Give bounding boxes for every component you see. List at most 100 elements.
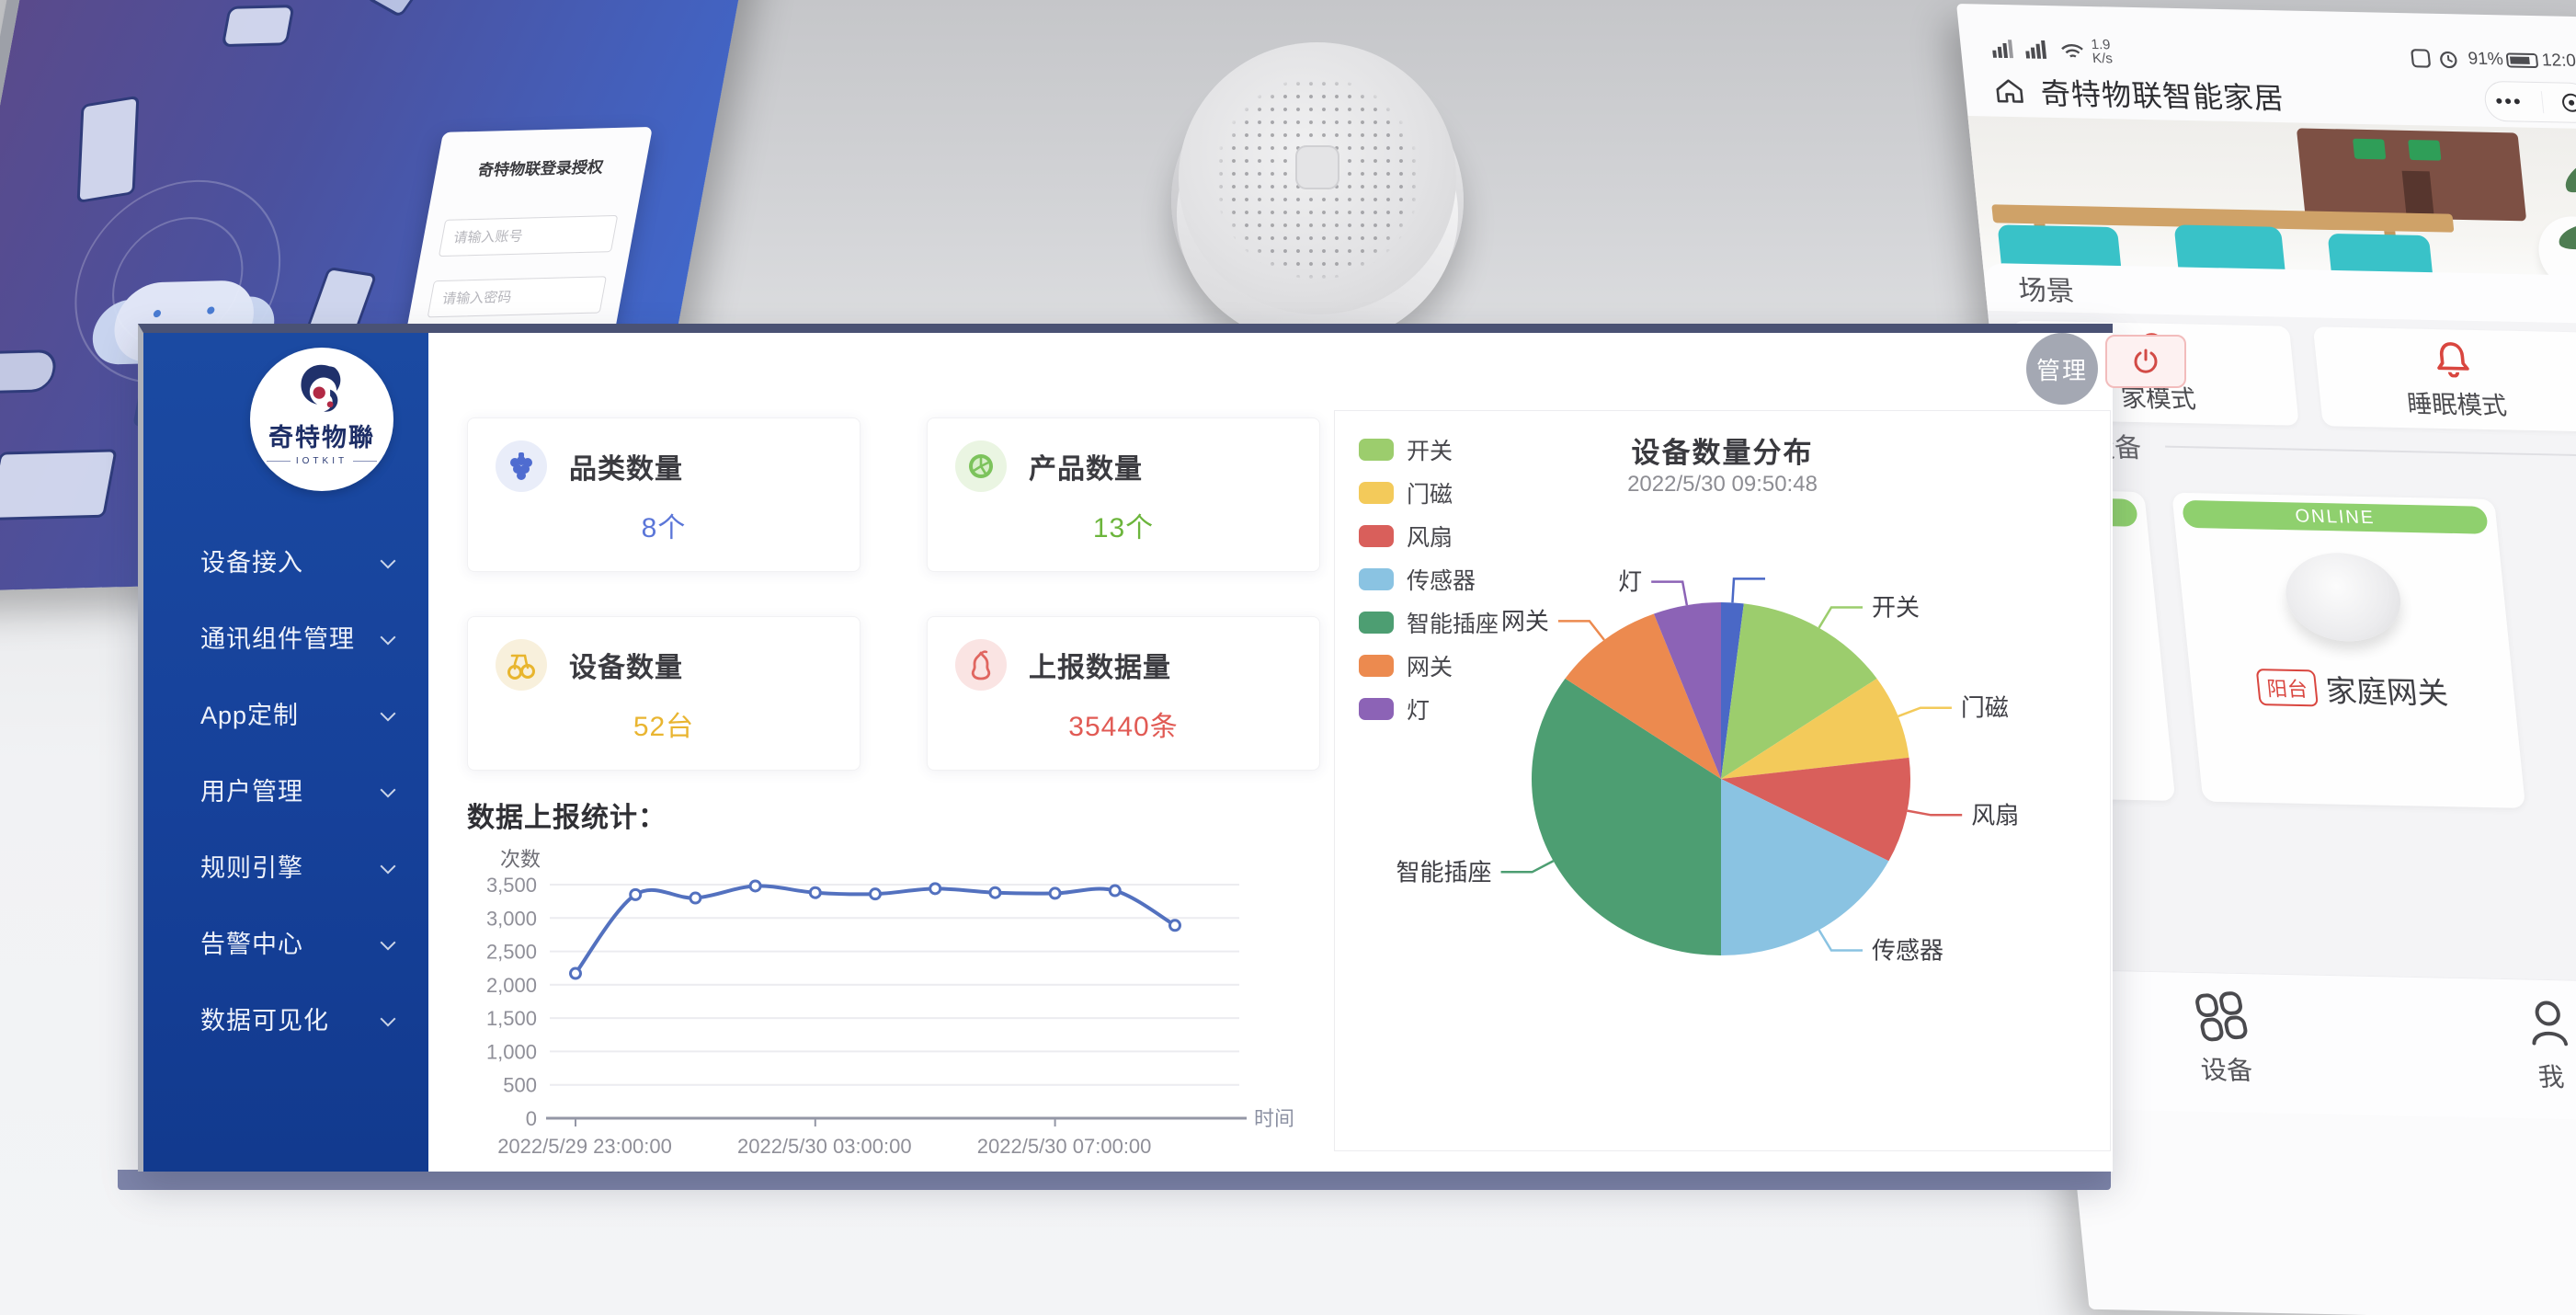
data-point[interactable] [1110, 886, 1120, 896]
sidebar-menu: 设备接入 通讯组件管理 App定制 用户管理 规则引擎 告警中心 数据可见化 [143, 522, 428, 1057]
legend-label: 网关 [1407, 649, 1453, 682]
data-point[interactable] [810, 887, 820, 898]
data-point[interactable] [690, 893, 701, 903]
pie-callout [1651, 582, 1687, 606]
sidebar-item-comm-components[interactable]: 通讯组件管理 [143, 599, 428, 675]
chevron-down-icon[interactable] [381, 935, 396, 951]
stat-value: 35440条 [955, 703, 1292, 744]
pie-legend: 开关门磁风扇传感器智能插座网关灯 [1359, 433, 1499, 736]
chevron-down-icon[interactable] [381, 630, 396, 646]
controller-illustration [0, 349, 59, 394]
y-axis-title: 次数 [500, 848, 541, 871]
pie-label: 智能插座 [1396, 858, 1492, 886]
y-tick-label: 1,500 [486, 1007, 537, 1030]
pie-label: 网关 [1501, 607, 1549, 635]
composite-scene: 奇特物联登录授权 登录 1.9K/s [0, 0, 2576, 1315]
gateway-device-image [2282, 552, 2405, 643]
phone-tab-bar: 设备 我 [2055, 969, 2576, 1123]
legend-swatch [1359, 482, 1394, 504]
signal-bars-icon [2024, 40, 2054, 61]
y-tick-label: 500 [503, 1074, 537, 1097]
data-point[interactable] [1050, 888, 1060, 898]
legend-swatch [1359, 525, 1394, 547]
data-point[interactable] [571, 968, 581, 978]
sidebar-item-app-custom[interactable]: App定制 [143, 675, 428, 751]
stat-card-reports: 上报数据量 35440条 [927, 616, 1320, 771]
menu-label: App定制 [200, 695, 299, 731]
home-icon[interactable] [1991, 75, 2028, 108]
close-capsule-icon[interactable] [2561, 94, 2576, 112]
data-point[interactable] [631, 889, 641, 899]
chevron-down-icon[interactable] [381, 859, 396, 875]
mode-card-sleep[interactable]: 睡眠模式 [2313, 326, 2576, 431]
stat-value: 8个 [496, 505, 832, 545]
stat-title: 产品数量 [1029, 446, 1143, 486]
cherries-icon [496, 639, 547, 691]
pear-icon [955, 639, 1007, 691]
legend-swatch [1359, 655, 1394, 677]
stat-title: 品类数量 [569, 446, 683, 486]
chevron-down-icon[interactable] [381, 783, 396, 798]
tab-label: 我 [2536, 1058, 2566, 1095]
alarm-icon [2438, 49, 2460, 69]
chevron-down-icon[interactable] [381, 554, 396, 569]
power-button[interactable] [2105, 335, 2186, 388]
legend-swatch [1359, 568, 1394, 590]
chevron-down-icon[interactable] [381, 706, 396, 722]
stat-card-devices: 设备数量 52台 [467, 616, 861, 771]
chevron-down-icon[interactable] [381, 1012, 396, 1027]
x-tick-label: 2022/5/29 23:00:00 [497, 1135, 672, 1158]
tab-me[interactable]: 我 [2469, 995, 2576, 1095]
sidebar-item-rule-engine[interactable]: 规则引擎 [143, 828, 428, 904]
legend-item[interactable]: 开关 [1359, 433, 1499, 466]
data-point[interactable] [930, 884, 940, 894]
tablet-illustration [77, 96, 140, 203]
report-section-title: 数据上报统计： [467, 795, 667, 835]
net-speed: 1.9K/s [2091, 38, 2114, 65]
account-input[interactable] [439, 215, 618, 257]
mode-card-label: 睡眠模式 [2405, 383, 2508, 421]
menu-label: 数据可见化 [200, 1001, 329, 1036]
legend-item[interactable]: 门磁 [1359, 476, 1499, 509]
menu-label: 用户管理 [200, 772, 303, 807]
sidebar-item-user-mgmt[interactable]: 用户管理 [143, 751, 428, 828]
more-dots-icon[interactable]: ••• [2494, 89, 2524, 114]
battery-icon [2506, 52, 2539, 68]
monitor-illustration [0, 449, 118, 520]
miniapp-menu-pill[interactable]: ••• [2483, 81, 2576, 123]
pie-label: 传感器 [1872, 937, 1943, 965]
legend-item[interactable]: 风扇 [1359, 520, 1499, 553]
data-point[interactable] [750, 881, 760, 891]
data-point[interactable] [871, 889, 881, 899]
device-card-gateway[interactable]: ONLINE 阳台 家庭网关 [2171, 493, 2525, 808]
rabbit-logo-icon [288, 359, 356, 423]
password-input[interactable] [427, 276, 607, 317]
pie-label: 风扇 [1971, 801, 2019, 829]
manage-badge-button[interactable]: 管理 [2026, 333, 2098, 405]
legend-label: 智能插座 [1407, 606, 1499, 639]
y-tick-label: 2,500 [486, 941, 537, 964]
sidebar-item-device-access[interactable]: 设备接入 [143, 522, 428, 599]
data-point[interactable] [990, 887, 1000, 898]
pie-callout [1732, 578, 1765, 602]
dashboard-window: 奇特物聯 IOTKIT 设备接入 通讯组件管理 App定制 用户管理 规则引擎 … [138, 324, 2113, 1172]
sidebar-item-alert-center[interactable]: 告警中心 [143, 904, 428, 980]
device-name: 家庭网关 [2323, 667, 2449, 714]
legend-item[interactable]: 灯 [1359, 692, 1499, 726]
tab-devices[interactable]: 设备 [2145, 989, 2302, 1089]
data-point[interactable] [1170, 920, 1180, 931]
speaker-logo [1295, 145, 1339, 189]
pie-label: 灯 [1618, 568, 1642, 596]
legend-item[interactable]: 智能插座 [1359, 606, 1499, 639]
divider [2165, 446, 2576, 457]
legend-swatch [1359, 612, 1394, 634]
wifi-icon [2059, 41, 2085, 61]
y-tick-label: 2,000 [486, 974, 537, 997]
legend-item[interactable]: 网关 [1359, 649, 1499, 682]
nfc-icon [2410, 48, 2432, 68]
line-chart: 05001,0001,5002,0002,5003,0003,500次数2022… [447, 831, 1293, 1173]
sidebar-item-data-visibility[interactable]: 数据可见化 [143, 980, 428, 1057]
legend-item[interactable]: 传感器 [1359, 563, 1499, 596]
menu-label: 通讯组件管理 [200, 619, 355, 655]
x-tick-label: 2022/5/30 03:00:00 [737, 1135, 912, 1158]
